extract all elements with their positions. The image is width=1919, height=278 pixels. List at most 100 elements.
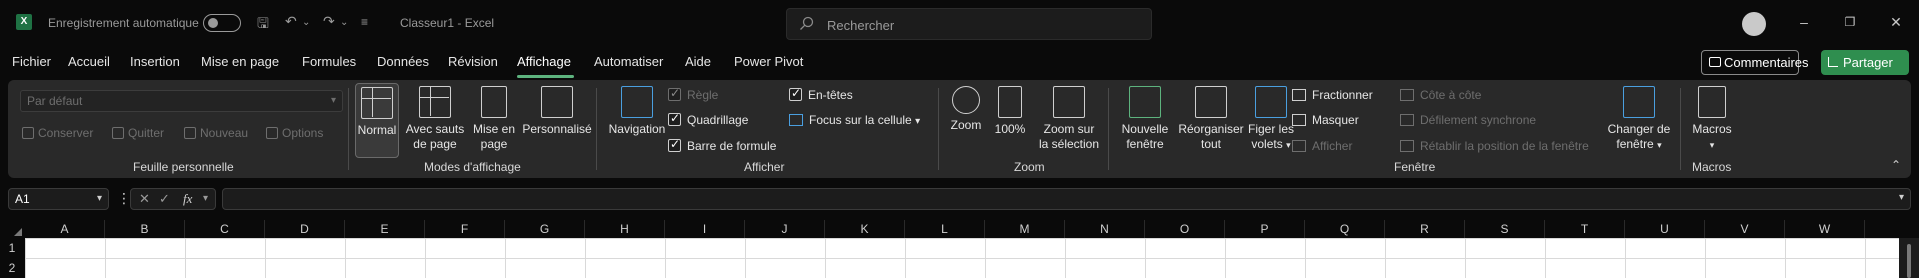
split-button[interactable]: Fractionner <box>1292 88 1373 102</box>
column-header[interactable]: B <box>105 220 185 238</box>
tab-revision[interactable]: Révision <box>448 54 498 69</box>
select-all-corner[interactable] <box>0 220 24 238</box>
column-header[interactable]: T <box>1545 220 1625 238</box>
tab-aide[interactable]: Aide <box>685 54 711 69</box>
new-window-button[interactable]: Nouvelle fenêtre <box>1115 86 1175 152</box>
undo-dropdown-icon[interactable]: ⌄ <box>302 17 310 35</box>
share-button[interactable]: Partager <box>1821 50 1909 75</box>
restore-icon[interactable]: ❐ <box>1840 12 1860 32</box>
tab-automatiser[interactable]: Automatiser <box>594 54 663 69</box>
column-header[interactable]: D <box>265 220 345 238</box>
save-icon[interactable]: 🖫 <box>257 13 269 31</box>
page-break-view-button[interactable]: Avec sauts de page <box>405 86 465 152</box>
sheet-view-select[interactable]: Par défaut ▾ <box>20 90 343 112</box>
minimize-icon[interactable]: – <box>1794 12 1814 32</box>
unhide-window-button[interactable]: Afficher <box>1292 139 1352 153</box>
column-header[interactable]: C <box>185 220 265 238</box>
unhide-window-icon <box>1292 140 1306 152</box>
tab-accueil[interactable]: Accueil <box>68 54 110 69</box>
column-header[interactable]: A <box>25 220 105 238</box>
undo-icon[interactable]: ↶ <box>285 13 297 31</box>
reset-position-button[interactable]: Rétablir la position de la fenêtre <box>1400 139 1589 153</box>
cancel-icon[interactable]: ✕ <box>139 191 150 207</box>
collapse-ribbon-icon[interactable]: ⌃ <box>1891 158 1901 172</box>
chevron-down-icon: ▾ <box>1709 140 1715 150</box>
comment-icon <box>1709 57 1721 67</box>
column-header[interactable]: Q <box>1305 220 1385 238</box>
column-header[interactable]: W <box>1785 220 1865 238</box>
column-header[interactable]: G <box>505 220 585 238</box>
macros-button[interactable]: Macros ▾ <box>1688 86 1736 153</box>
keep-button[interactable]: Conserver <box>22 126 93 140</box>
ruler-checkbox[interactable]: Règle <box>668 86 718 102</box>
redo-icon[interactable]: ↷ <box>323 13 335 31</box>
search-box[interactable] <box>786 8 1152 40</box>
arrange-all-button[interactable]: Réorganiser tout <box>1176 86 1246 152</box>
name-box[interactable]: A1 ▾ <box>8 188 109 210</box>
switch-window-button[interactable]: Changer de fenêtre ▾ <box>1604 86 1674 153</box>
tab-formules[interactable]: Formules <box>302 54 356 69</box>
headings-checkbox[interactable]: En-têtes <box>789 86 853 102</box>
column-header[interactable]: O <box>1145 220 1225 238</box>
column-header[interactable]: F <box>425 220 505 238</box>
column-header[interactable]: V <box>1705 220 1785 238</box>
side-by-side-icon <box>1400 89 1414 101</box>
tab-fichier[interactable]: Fichier <box>12 54 51 69</box>
column-header[interactable]: E <box>345 220 425 238</box>
tab-affichage[interactable]: Affichage <box>517 54 571 69</box>
column-header[interactable]: N <box>1065 220 1145 238</box>
zoom-button[interactable]: Zoom <box>946 86 986 133</box>
column-header[interactable]: L <box>905 220 985 238</box>
gridlines-checkbox[interactable]: Quadrillage <box>668 111 748 127</box>
custom-view-button[interactable]: Personnalisé <box>522 86 592 137</box>
cell-grid[interactable] <box>25 238 1899 278</box>
navigation-button[interactable]: Navigation <box>604 86 670 137</box>
vertical-scrollbar[interactable] <box>1899 238 1919 278</box>
chevron-down-icon[interactable]: ▾ <box>203 193 208 204</box>
zoom-selection-button[interactable]: Zoom sur la sélection <box>1034 86 1104 152</box>
group-separator <box>1108 88 1109 170</box>
hide-window-icon <box>1292 114 1306 126</box>
formula-input[interactable]: ▾ <box>222 188 1911 210</box>
tab-donnees[interactable]: Données <box>377 54 429 69</box>
row-header[interactable]: 2 <box>0 258 24 278</box>
column-header[interactable]: M <box>985 220 1065 238</box>
side-by-side-button[interactable]: Côte à côte <box>1400 88 1481 102</box>
focus-cell-button[interactable]: Focus sur la cellule ▾ <box>789 113 920 127</box>
column-header[interactable]: U <box>1625 220 1705 238</box>
redo-dropdown-icon[interactable]: ⌄ <box>340 17 348 35</box>
close-icon[interactable]: ✕ <box>1886 12 1906 32</box>
expand-formula-icon[interactable]: ▾ <box>1899 192 1904 203</box>
group-label-feuille: Feuille personnelle <box>133 160 234 174</box>
normal-view-button[interactable]: Normal <box>355 83 399 158</box>
column-header[interactable]: K <box>825 220 905 238</box>
insert-function-icon[interactable]: fx <box>183 191 192 207</box>
tab-power-pivot[interactable]: Power Pivot <box>734 54 803 69</box>
autosave-toggle[interactable] <box>203 14 241 32</box>
column-header[interactable]: R <box>1385 220 1465 238</box>
hide-window-button[interactable]: Masquer <box>1292 113 1359 127</box>
page-layout-view-button[interactable]: Mise en page <box>469 86 519 152</box>
avatar[interactable] <box>1742 12 1766 36</box>
row-header[interactable]: 1 <box>0 238 24 258</box>
new-view-button[interactable]: Nouveau <box>184 126 248 140</box>
exit-button[interactable]: Quitter <box>112 126 164 140</box>
tab-insertion[interactable]: Insertion <box>130 54 180 69</box>
tab-mise-en-page[interactable]: Mise en page <box>201 54 279 69</box>
column-header[interactable]: S <box>1465 220 1545 238</box>
comments-button[interactable]: Commentaires <box>1701 50 1809 75</box>
customize-qat-icon[interactable]: ≡ <box>361 15 368 33</box>
column-header[interactable]: H <box>585 220 665 238</box>
column-header[interactable]: J <box>745 220 825 238</box>
zoom-100-button[interactable]: 100% <box>990 86 1030 137</box>
column-header[interactable]: I <box>665 220 745 238</box>
more-options-icon[interactable]: ⋮ <box>117 190 131 207</box>
options-button[interactable]: Options <box>266 126 323 140</box>
search-input[interactable] <box>827 15 1127 35</box>
formula-bar-checkbox[interactable]: Barre de formule <box>668 137 776 153</box>
new-window-icon <box>1129 86 1161 118</box>
freeze-panes-button[interactable]: Figer les volets ▾ <box>1246 86 1296 153</box>
sync-scroll-button[interactable]: Défilement synchrone <box>1400 113 1536 127</box>
enter-icon[interactable]: ✓ <box>159 191 170 207</box>
column-header[interactable]: P <box>1225 220 1305 238</box>
